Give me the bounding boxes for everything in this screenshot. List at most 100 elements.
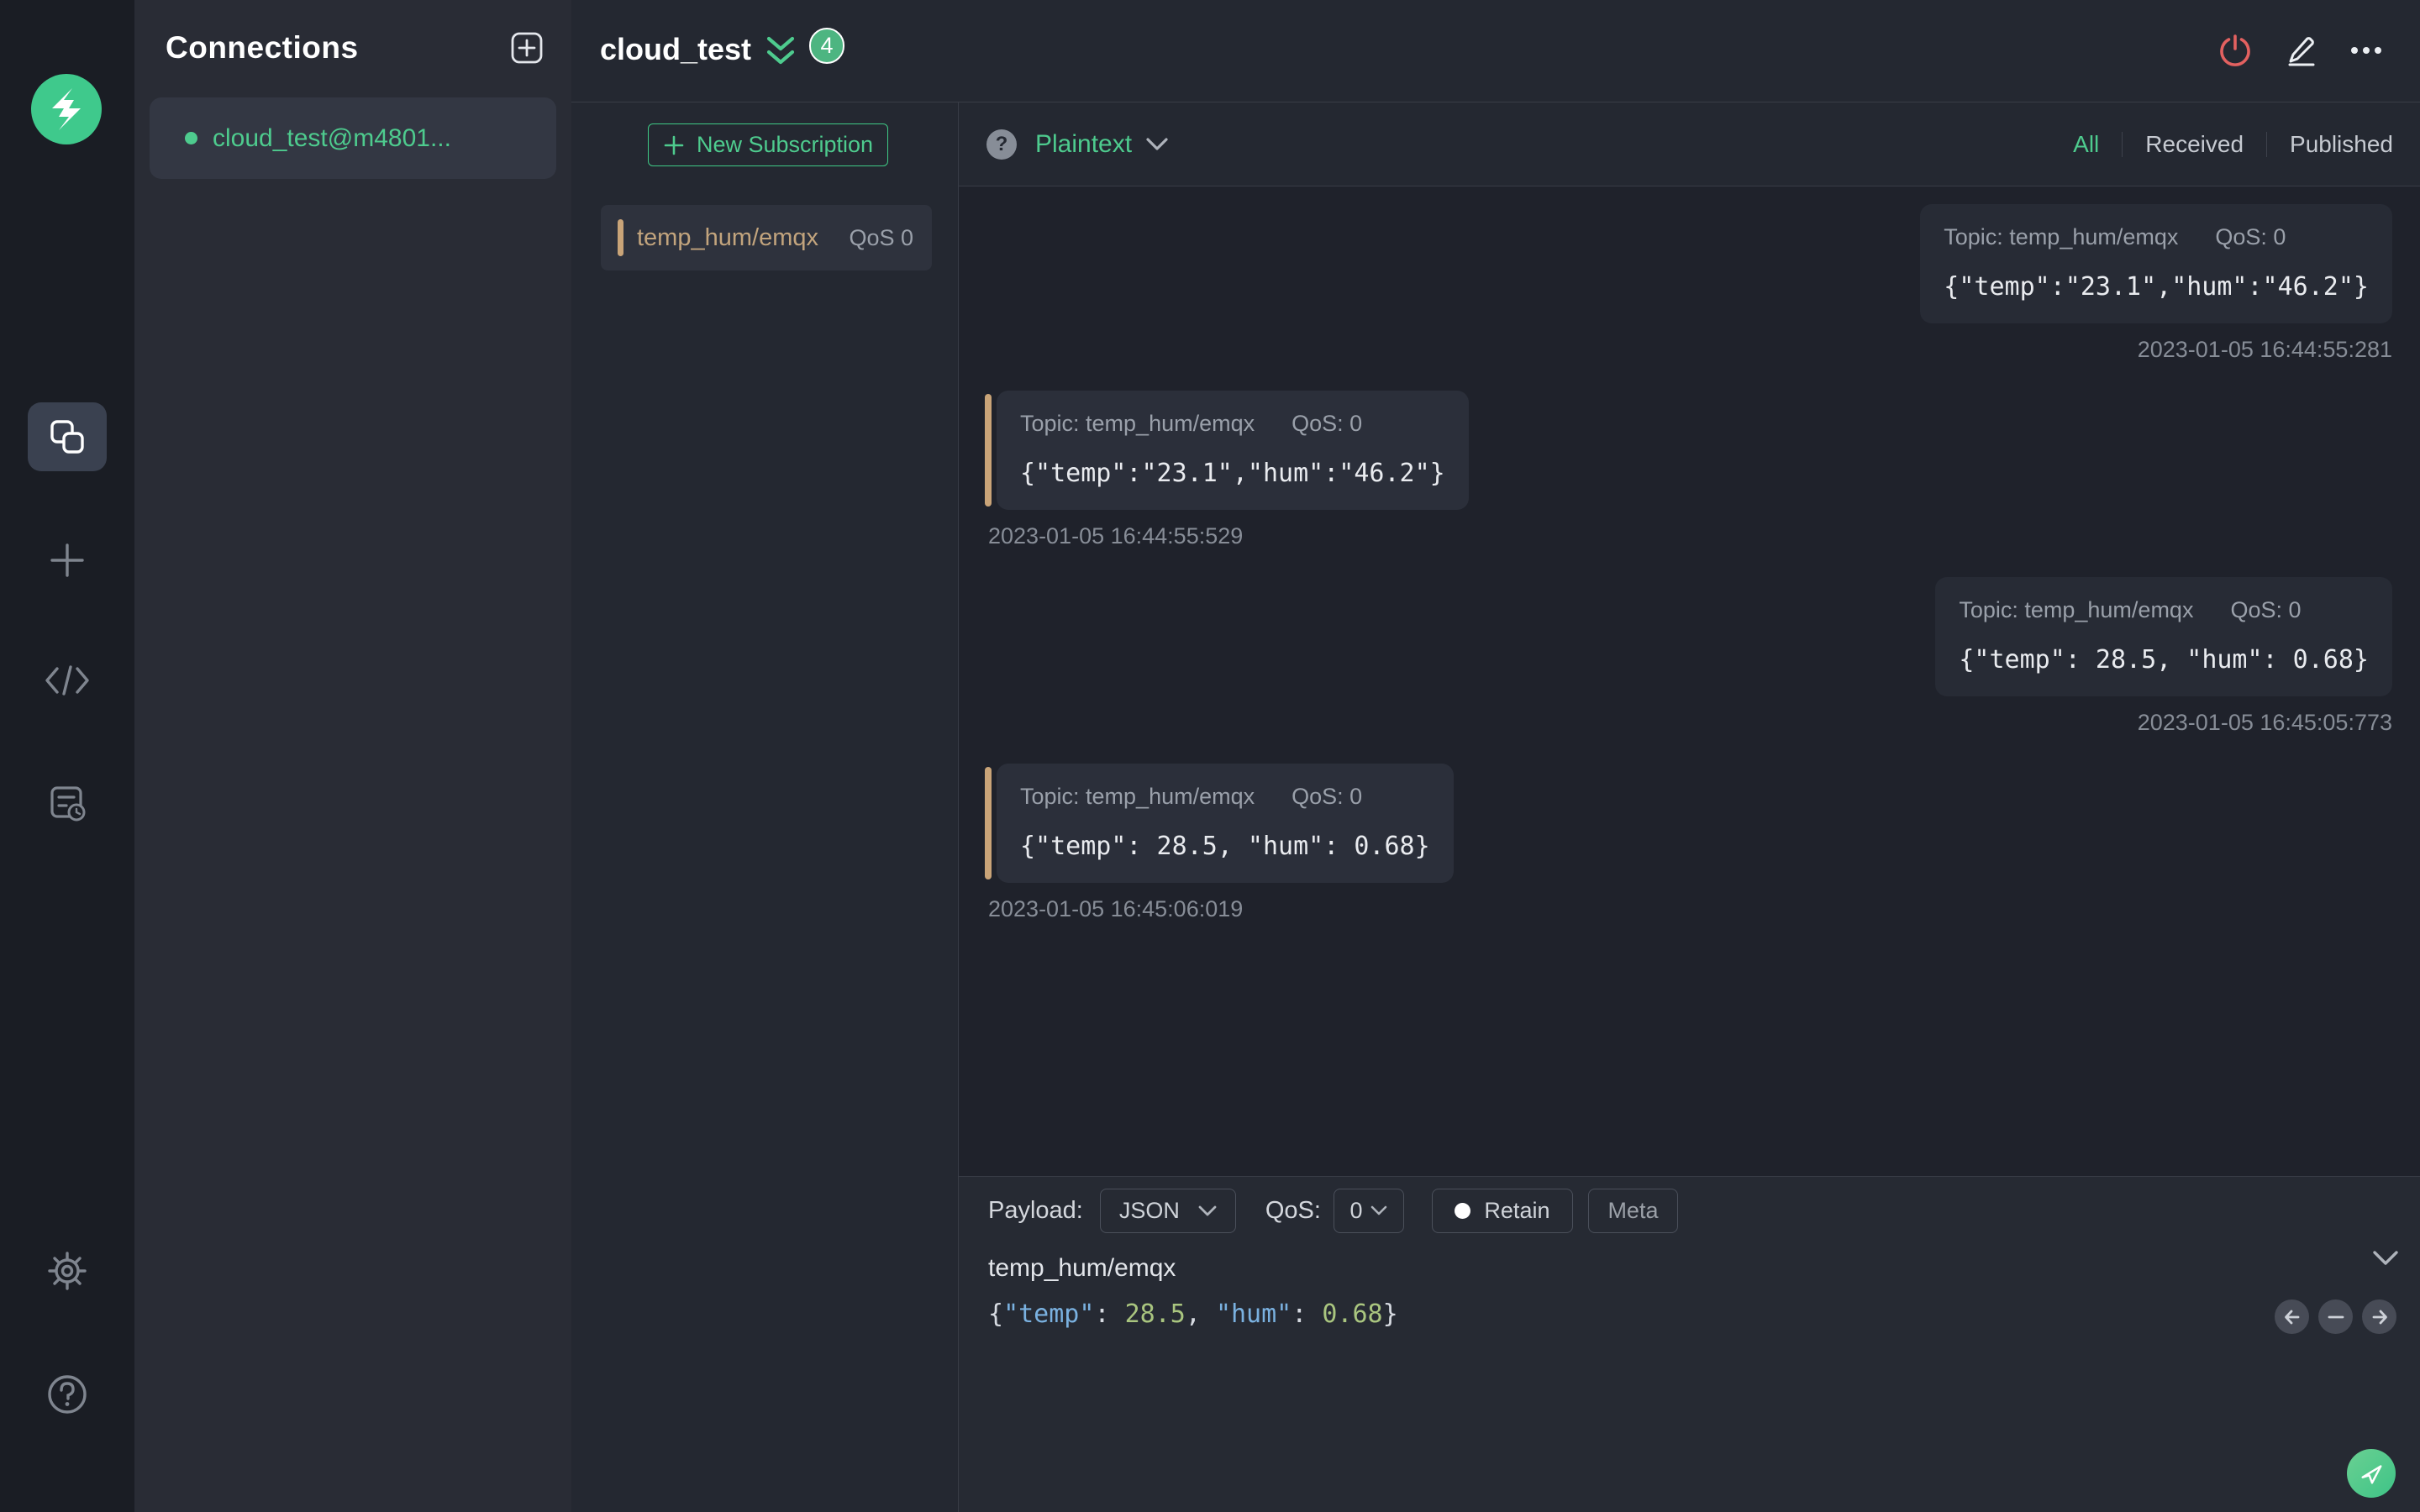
connected-status-dot — [185, 132, 197, 144]
message-payload: {"temp":"23.1","hum":"46.2"} — [1944, 272, 2369, 302]
disconnect-button[interactable] — [2215, 30, 2255, 71]
minus-icon — [2328, 1315, 2344, 1318]
connection-title: cloud_test — [600, 32, 752, 66]
chevron-down-icon — [1371, 1205, 1387, 1215]
filter-all[interactable]: All — [2073, 131, 2099, 158]
power-icon — [2220, 34, 2250, 66]
qos-dropdown[interactable]: 0 — [1333, 1189, 1404, 1233]
received-accent-bar — [985, 394, 992, 507]
subscriptions-panel: New Subscription temp_hum/emqx QoS 0 — [571, 102, 959, 1512]
filter-divider — [2122, 131, 2123, 157]
message-item: Topic: temp_hum/emqx QoS: 0 {"temp":"23.… — [985, 204, 2392, 363]
message-payload: {"temp": 28.5, "hum": 0.68} — [1959, 645, 2369, 675]
payload-label: Payload: — [988, 1197, 1083, 1224]
sidebar-item-log[interactable] — [0, 764, 134, 844]
ellipsis-icon — [2351, 47, 2381, 54]
question-circle-icon — [48, 1375, 87, 1414]
payload-format-dropdown[interactable]: JSON — [1099, 1189, 1236, 1233]
subscription-topic: temp_hum/emqx — [637, 223, 818, 251]
retain-label: Retain — [1484, 1198, 1550, 1223]
connection-list-item[interactable]: cloud_test@m4801... — [150, 97, 556, 179]
subscription-color-bar — [618, 219, 623, 256]
message-bubble[interactable]: Topic: temp_hum/emqx QoS: 0 {"temp":"23.… — [1920, 204, 2392, 323]
sidebar-item-settings[interactable] — [0, 1231, 134, 1311]
message-timestamp: 2023-01-05 16:44:55:281 — [2137, 337, 2392, 362]
message-topic: Topic: temp_hum/emqx — [1020, 784, 1255, 809]
sidebar-item-connections[interactable] — [28, 402, 107, 471]
payload-format-help-icon[interactable]: ? — [986, 129, 1017, 160]
payload-history-nav — [2275, 1299, 2396, 1334]
message-item: Topic: temp_hum/emqx QoS: 0 {"temp":"23.… — [985, 391, 2392, 549]
header-actions — [2215, 30, 2386, 71]
send-button[interactable] — [2347, 1449, 2396, 1498]
publish-topic-input[interactable]: temp_hum/emqx — [988, 1254, 1176, 1283]
publish-payload-editor[interactable]: {"temp": 28.5, "hum": 0.68} — [988, 1299, 1398, 1329]
filter-published[interactable]: Published — [2290, 131, 2393, 158]
payload-format-selected: JSON — [1118, 1198, 1180, 1223]
gear-icon — [48, 1252, 87, 1290]
meta-label: Meta — [1607, 1198, 1659, 1223]
filter-divider — [2266, 131, 2268, 157]
plus-icon — [50, 543, 84, 577]
message-timestamp: 2023-01-05 16:44:55:529 — [988, 523, 1244, 549]
history-remove-button[interactable] — [2318, 1299, 2353, 1334]
connections-title: Connections — [166, 30, 359, 65]
sidebar-item-help[interactable] — [0, 1354, 134, 1435]
new-subscription-label: New Subscription — [696, 132, 874, 157]
add-connection-button[interactable] — [510, 31, 544, 65]
qos-label: QoS: — [1265, 1197, 1321, 1224]
retain-toggle[interactable]: Retain — [1431, 1189, 1573, 1233]
message-item: Topic: temp_hum/emqx QoS: 0 {"temp": 28.… — [985, 577, 2392, 736]
subscription-qos: QoS 0 — [849, 224, 913, 250]
payload-format-value: Plaintext — [1035, 129, 1133, 158]
message-bubble[interactable]: Topic: temp_hum/emqx QoS: 0 {"temp": 28.… — [997, 764, 1454, 883]
sidebar-item-new-connection[interactable] — [0, 520, 134, 601]
edit-connection-button[interactable] — [2281, 30, 2321, 71]
message-qos: QoS: 0 — [2230, 597, 2302, 622]
connection-name: cloud_test@m4801... — [213, 123, 451, 152]
message-item: Topic: temp_hum/emqx QoS: 0 {"temp": 28.… — [985, 764, 2392, 922]
retain-dot-icon — [1455, 1203, 1471, 1219]
arrow-left-icon — [2284, 1310, 2299, 1324]
new-subscription-button[interactable]: New Subscription — [648, 123, 888, 166]
more-options-button[interactable] — [2346, 30, 2386, 71]
message-topic: Topic: temp_hum/emqx — [1944, 224, 2179, 249]
connections-icon — [50, 420, 84, 454]
message-qos: QoS: 0 — [1292, 411, 1363, 436]
filter-received[interactable]: Received — [2145, 131, 2244, 158]
sidebar-item-script[interactable] — [0, 640, 134, 721]
code-icon — [45, 665, 89, 696]
message-timestamp: 2023-01-05 16:45:06:019 — [988, 896, 1244, 921]
qos-selected: 0 — [1349, 1198, 1363, 1223]
mqttx-app: Connections cloud_test@m4801... cloud_te… — [0, 0, 2420, 1512]
message-filters: All Received Published — [2073, 131, 2393, 158]
mqttx-logo — [31, 74, 102, 144]
message-bubble[interactable]: Topic: temp_hum/emqx QoS: 0 {"temp": 28.… — [1935, 577, 2392, 696]
subscription-item[interactable]: temp_hum/emqx QoS 0 — [601, 205, 932, 270]
publish-toolbar: Payload: JSON QoS: 0 Retain Meta — [988, 1189, 1678, 1233]
message-qos: QoS: 0 — [1292, 784, 1363, 809]
chevron-down-icon — [1198, 1205, 1217, 1215]
log-icon — [50, 786, 86, 822]
message-topic: Topic: temp_hum/emqx — [1020, 411, 1255, 436]
plus-square-icon — [511, 32, 543, 64]
paper-plane-icon — [2361, 1465, 2382, 1484]
lightning-bolt-icon — [52, 88, 81, 130]
history-prev-button[interactable] — [2275, 1299, 2309, 1334]
publish-panel: Payload: JSON QoS: 0 Retain Meta temp_hu… — [959, 1176, 2420, 1512]
collapse-messages-toggle[interactable] — [763, 34, 798, 75]
messages-subheader: ? Plaintext All Received Published — [959, 102, 2420, 186]
payload-format-select[interactable]: Plaintext — [1035, 130, 1169, 159]
message-qos: QoS: 0 — [2215, 224, 2286, 249]
message-timestamp: 2023-01-05 16:45:05:773 — [2137, 710, 2392, 735]
plus-icon — [664, 135, 684, 155]
message-list[interactable]: Topic: temp_hum/emqx QoS: 0 {"temp":"23.… — [959, 187, 2420, 1176]
icon-rail — [0, 0, 134, 1512]
meta-button[interactable]: Meta — [1587, 1189, 1678, 1233]
message-payload: {"temp": 28.5, "hum": 0.68} — [1020, 832, 1430, 861]
message-payload: {"temp":"23.1","hum":"46.2"} — [1020, 459, 1445, 488]
collapse-publish-toggle[interactable] — [2371, 1249, 2400, 1272]
history-next-button[interactable] — [2362, 1299, 2396, 1334]
message-topic: Topic: temp_hum/emqx — [1959, 597, 2194, 622]
message-bubble[interactable]: Topic: temp_hum/emqx QoS: 0 {"temp":"23.… — [997, 391, 1469, 510]
